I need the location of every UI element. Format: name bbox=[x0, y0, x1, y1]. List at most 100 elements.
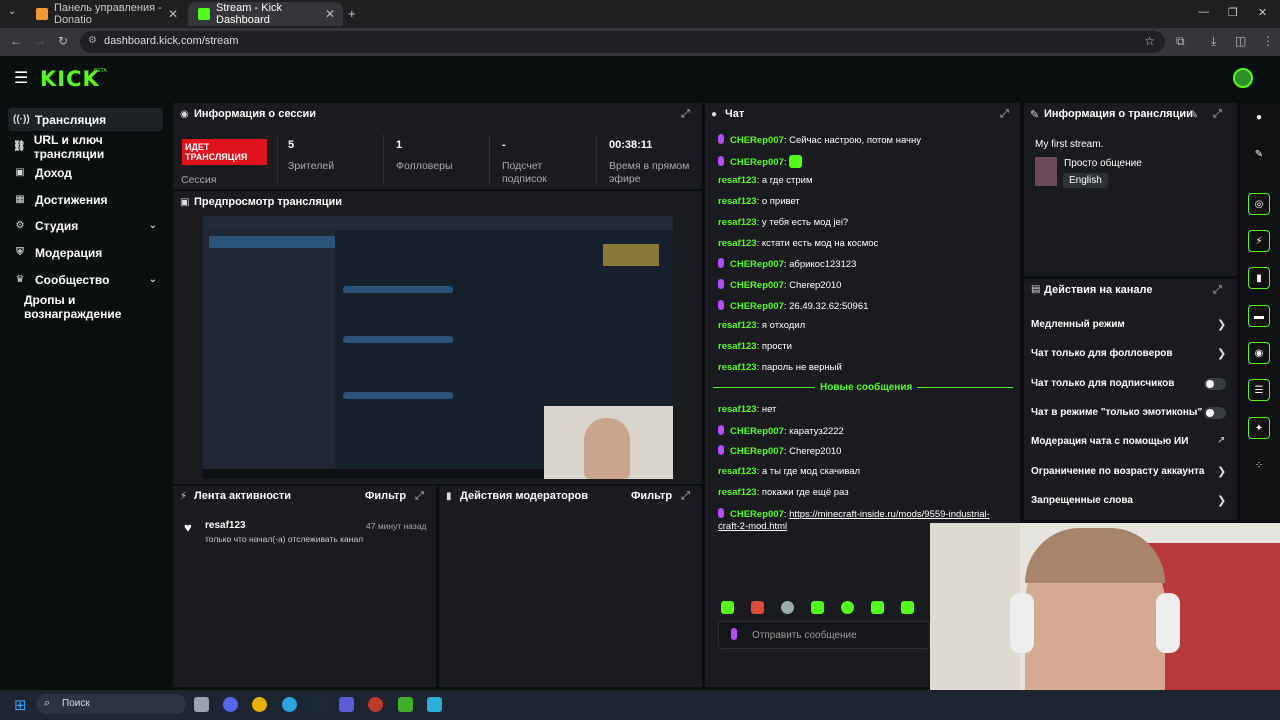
tab-donation[interactable]: Панель управления - Donatio ✕ bbox=[26, 2, 186, 26]
avatar[interactable] bbox=[1233, 68, 1253, 88]
bookmark-star-icon[interactable]: ☆ bbox=[1144, 34, 1155, 48]
expand-icon[interactable]: ⤢ bbox=[681, 490, 690, 503]
hamburger-menu-icon[interactable]: ☰ bbox=[14, 68, 28, 88]
sidebar-item-income[interactable]: ▣ Доход bbox=[8, 161, 163, 184]
new-tab-icon[interactable]: + bbox=[348, 6, 356, 21]
file-explorer-icon[interactable] bbox=[194, 697, 209, 712]
emote-icon[interactable] bbox=[751, 601, 764, 614]
taskbar-search-box[interactable]: ⌕ Поиск bbox=[36, 694, 186, 714]
emote-icon[interactable] bbox=[841, 601, 854, 614]
emote-icon[interactable] bbox=[901, 601, 914, 614]
expand-icon[interactable]: ⤢ bbox=[1213, 108, 1222, 121]
chrome-icon[interactable] bbox=[252, 697, 267, 712]
sidebar-item-studio[interactable]: ⚙ Студия ⌄ bbox=[8, 214, 163, 237]
chat-username[interactable]: CHERep007 bbox=[730, 157, 784, 168]
expand-icon[interactable]: ⤢ bbox=[1000, 108, 1009, 121]
extensions-icon[interactable]: ⧉ bbox=[1176, 34, 1185, 49]
chat-username[interactable]: resaf123 bbox=[718, 341, 757, 352]
chat-username[interactable]: CHERep007 bbox=[730, 280, 784, 291]
chat-username[interactable]: resaf123 bbox=[718, 466, 757, 477]
chat-username[interactable]: CHERep007 bbox=[730, 135, 784, 146]
shield-app-icon[interactable] bbox=[427, 697, 442, 712]
close-tab-icon[interactable]: ✕ bbox=[168, 7, 178, 21]
chevron-right-icon[interactable]: ❯ bbox=[1217, 465, 1226, 478]
kick-logo[interactable]: KICK bbox=[40, 67, 100, 91]
banned-words-option[interactable]: Запрещенные слова bbox=[1031, 495, 1133, 506]
subscribers-only-toggle[interactable] bbox=[1204, 378, 1226, 390]
camera-icon[interactable]: ◎ bbox=[1248, 193, 1270, 215]
chat-username[interactable]: CHERep007 bbox=[730, 426, 784, 437]
stream-category[interactable]: Просто общение bbox=[1064, 158, 1142, 169]
slow-mode-option[interactable]: Медленный режим bbox=[1031, 319, 1125, 330]
download-icon[interactable]: ⤓ bbox=[1211, 34, 1216, 49]
pencil-icon[interactable]: ✎ bbox=[1248, 144, 1270, 166]
chat-username[interactable]: resaf123 bbox=[718, 238, 757, 249]
minecraft-icon[interactable] bbox=[398, 697, 413, 712]
list-icon[interactable]: ☰ bbox=[1248, 379, 1270, 401]
chevron-right-icon[interactable]: ❯ bbox=[1217, 318, 1226, 331]
chevron-right-icon[interactable]: ❯ bbox=[1217, 347, 1226, 360]
steam-icon[interactable] bbox=[310, 697, 325, 712]
stream-preview-video[interactable] bbox=[203, 216, 673, 479]
emote-icon[interactable] bbox=[871, 601, 884, 614]
info-icon[interactable]: ● bbox=[1248, 107, 1270, 129]
chat-username[interactable]: resaf123 bbox=[718, 487, 757, 498]
chat-message-input[interactable]: Отправить сообщение bbox=[718, 621, 930, 649]
emote-only-toggle[interactable] bbox=[1204, 407, 1226, 419]
lightning-icon[interactable]: ⚡ bbox=[1248, 230, 1270, 252]
chat-username[interactable]: CHERep007 bbox=[730, 259, 784, 270]
close-tab-icon[interactable]: ✕ bbox=[325, 7, 335, 21]
sidebar-item-achievements[interactable]: ▦ Достижения bbox=[8, 188, 163, 211]
chevron-right-icon[interactable]: ❯ bbox=[1217, 494, 1226, 507]
broadcast-icon[interactable]: ◉ bbox=[1248, 342, 1270, 364]
chat-username[interactable]: resaf123 bbox=[718, 217, 757, 228]
app-icon[interactable] bbox=[339, 697, 354, 712]
discord-icon[interactable] bbox=[223, 697, 238, 712]
chat-link-continued[interactable]: craft-2-mod.html bbox=[718, 521, 787, 532]
emote-icon[interactable] bbox=[721, 601, 734, 614]
obs-icon[interactable] bbox=[368, 697, 383, 712]
expand-icon[interactable]: ⤢ bbox=[415, 490, 424, 503]
activity-filter-button[interactable]: Фильтр bbox=[365, 490, 406, 502]
tab-search-icon[interactable]: ⌄ bbox=[8, 6, 16, 17]
emote-icon[interactable] bbox=[781, 601, 794, 614]
forward-icon[interactable]: → bbox=[34, 34, 46, 48]
sidebar-item-drops[interactable]: Дропы и вознаграждение bbox=[8, 293, 163, 321]
close-window-icon[interactable]: ✕ bbox=[1258, 6, 1267, 19]
ai-moderation-option[interactable]: Модерация чата с помощью ИИ bbox=[1031, 436, 1188, 447]
sidepanel-icon[interactable]: ◫ bbox=[1235, 34, 1246, 48]
site-info-icon[interactable]: ⚙ bbox=[88, 35, 97, 46]
account-age-option[interactable]: Ограничение по возрасту аккаунта bbox=[1031, 466, 1205, 477]
activity-user[interactable]: resaf123 bbox=[205, 520, 246, 531]
chat-username[interactable]: resaf123 bbox=[718, 362, 757, 373]
mod-filter-button[interactable]: Фильтр bbox=[631, 490, 672, 502]
followers-only-option[interactable]: Чат только для фолловеров bbox=[1031, 348, 1173, 359]
chat-username[interactable]: resaf123 bbox=[718, 404, 757, 415]
category-thumbnail[interactable] bbox=[1035, 157, 1057, 186]
url-input[interactable]: ⚙ dashboard.kick.com/stream ☆ bbox=[80, 31, 1165, 53]
chat-link[interactable]: https://minecraft-inside.ru/mods/9559-in… bbox=[789, 509, 990, 520]
sidebar-item-url-key[interactable]: ⛓ URL и ключ трансляции bbox=[8, 133, 163, 161]
chat-username[interactable]: CHERep007 bbox=[730, 446, 784, 457]
chat-bubble-icon[interactable]: ▬ bbox=[1248, 305, 1270, 327]
expand-icon[interactable]: ⤢ bbox=[1213, 284, 1222, 297]
chat-username[interactable]: resaf123 bbox=[718, 175, 757, 186]
more-icon[interactable]: ⁘ bbox=[1248, 455, 1270, 477]
sidebar-item-community[interactable]: ♛ Сообщество ⌄ bbox=[8, 268, 163, 291]
restore-icon[interactable]: ❐ bbox=[1228, 6, 1238, 19]
chat-username[interactable]: resaf123 bbox=[718, 196, 757, 207]
expand-icon[interactable]: ⤢ bbox=[681, 108, 690, 121]
reload-icon[interactable]: ↻ bbox=[58, 34, 68, 48]
back-icon[interactable]: ← bbox=[10, 34, 22, 48]
emote-icon[interactable] bbox=[811, 601, 824, 614]
sidebar-item-moderation[interactable]: ⛨ Модерация bbox=[8, 241, 163, 264]
chat-username[interactable]: CHERep007 bbox=[730, 301, 784, 312]
chat-username[interactable]: resaf123 bbox=[718, 320, 757, 331]
document-icon[interactable]: ▮ bbox=[1248, 267, 1270, 289]
menu-dots-icon[interactable]: ⋮ bbox=[1262, 34, 1274, 48]
minimize-icon[interactable]: — bbox=[1198, 6, 1209, 18]
wrench-icon[interactable]: ✦ bbox=[1248, 417, 1270, 439]
tab-kick[interactable]: Stream - Kick Dashboard ✕ bbox=[188, 2, 343, 26]
external-link-icon[interactable]: ↗ bbox=[1217, 435, 1225, 446]
telegram-icon[interactable] bbox=[282, 697, 297, 712]
